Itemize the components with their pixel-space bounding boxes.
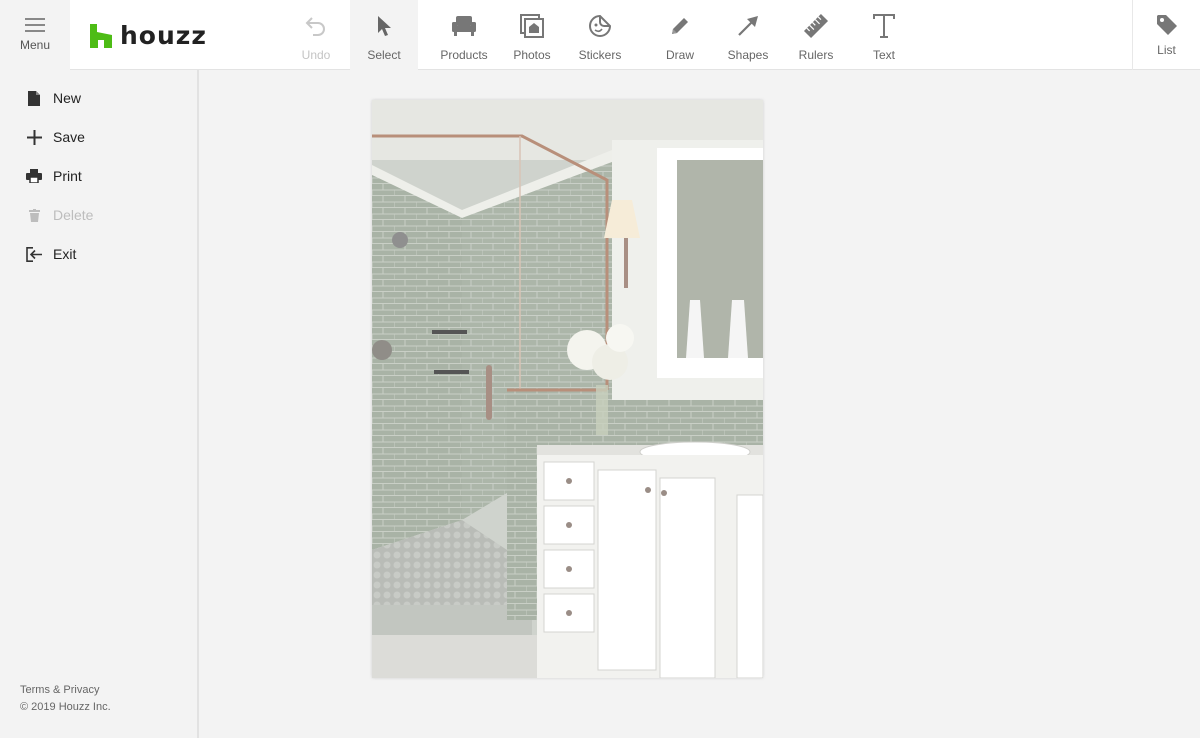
sidebar-item-print[interactable]: Print (0, 157, 197, 195)
menu-button[interactable]: Menu (0, 0, 70, 70)
photo-house-icon (520, 14, 544, 38)
plus-icon (26, 129, 42, 145)
copyright-text: © 2019 Houzz Inc. (20, 701, 111, 713)
products-button[interactable]: Products (430, 0, 498, 70)
ruler-icon (803, 13, 829, 39)
shapes-label: Shapes (727, 48, 769, 62)
text-icon (873, 14, 895, 38)
houzz-logo[interactable]: houzz (90, 22, 207, 50)
arrow-icon (738, 16, 758, 36)
tag-icon (1156, 15, 1177, 35)
sidebar: New Save Print Delete Exit Terms & Priva… (0, 70, 199, 738)
stickers-label: Stickers (578, 48, 622, 62)
sidebar-item-label: Exit (53, 246, 77, 262)
sidebar-item-save[interactable]: Save (0, 118, 197, 156)
products-label: Products (440, 48, 488, 62)
sidebar-item-label: Print (53, 168, 82, 184)
draw-label: Draw (665, 48, 694, 62)
sidebar-footer: Terms & Privacy © 2019 Houzz Inc. (20, 682, 111, 716)
cursor-icon (378, 16, 391, 36)
exit-icon (25, 246, 42, 262)
printer-icon (26, 169, 42, 183)
photos-label: Photos (513, 48, 551, 62)
text-label: Text (872, 48, 895, 62)
canvas-photo[interactable] (372, 100, 763, 678)
sidebar-item-exit[interactable]: Exit (0, 235, 197, 273)
undo-button[interactable]: Undo (282, 0, 350, 70)
rulers-button[interactable]: Rulers (782, 0, 850, 70)
hamburger-icon (25, 18, 45, 32)
sticker-icon (589, 14, 612, 37)
logo-text: houzz (120, 21, 207, 50)
bathroom-photo-image (372, 100, 763, 678)
select-button[interactable]: Select (350, 0, 418, 70)
sidebar-item-label: Save (53, 129, 85, 145)
draw-button[interactable]: Draw (646, 0, 714, 70)
houzz-logo-icon (90, 24, 112, 48)
photos-button[interactable]: Photos (498, 0, 566, 70)
select-label: Select (367, 48, 401, 62)
shapes-button[interactable]: Shapes (714, 0, 782, 70)
text-button[interactable]: Text (850, 0, 918, 70)
armchair-icon (452, 16, 476, 36)
stickers-button[interactable]: Stickers (566, 0, 634, 70)
list-button[interactable]: List (1132, 0, 1200, 70)
pencil-icon (672, 18, 688, 34)
sidebar-item-label: Delete (53, 207, 94, 223)
terms-privacy-link[interactable]: Terms & Privacy (20, 682, 111, 699)
menu-label: Menu (19, 38, 51, 52)
undo-icon (305, 17, 325, 36)
list-label: List (1157, 43, 1176, 57)
document-icon (28, 90, 40, 106)
rulers-label: Rulers (798, 48, 834, 62)
sidebar-item-delete[interactable]: Delete (0, 196, 197, 234)
undo-label: Undo (301, 48, 331, 62)
sidebar-item-label: New (53, 90, 82, 106)
top-toolbar: Menu houzz Undo Select Products Photos S… (0, 0, 1200, 70)
sidebar-item-new[interactable]: New (0, 79, 197, 117)
trash-icon (28, 208, 40, 222)
